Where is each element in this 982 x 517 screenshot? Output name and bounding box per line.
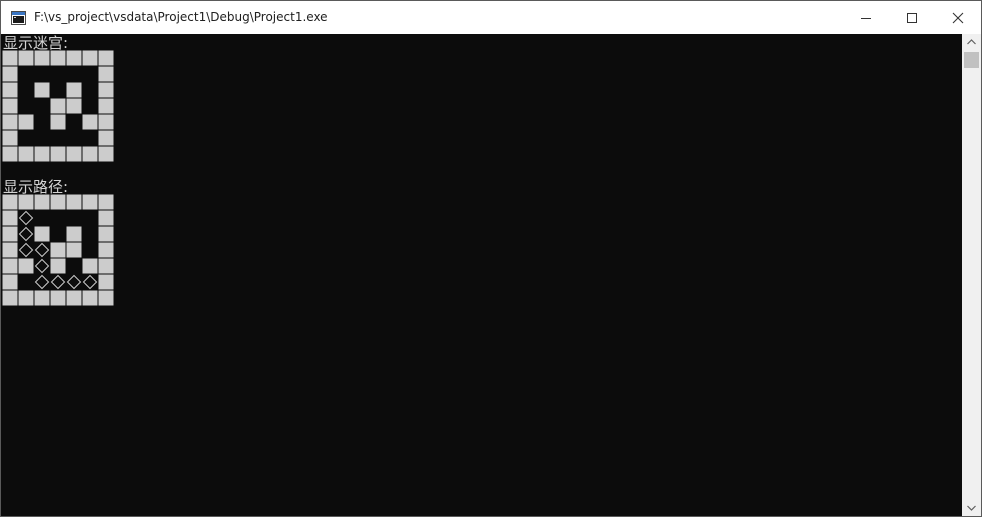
- wall-cell: [66, 98, 82, 114]
- wall-cell: [50, 290, 66, 306]
- console-app-icon: [11, 10, 26, 25]
- wall-cell: [18, 146, 34, 162]
- wall-cell: [82, 290, 98, 306]
- wall-cell: [66, 146, 82, 162]
- wall-cell: [18, 258, 34, 274]
- wall-cell: [18, 50, 34, 66]
- wall-cell: [98, 258, 114, 274]
- window-title: F:\vs_project\vsdata\Project1\Debug\Proj…: [34, 10, 328, 24]
- wall-cell: [18, 114, 34, 130]
- maximize-button[interactable]: [889, 1, 935, 34]
- wall-cell: [66, 50, 82, 66]
- chevron-up-icon: [967, 39, 976, 45]
- path-diamond: [34, 242, 50, 258]
- console-window: F:\vs_project\vsdata\Project1\Debug\Proj…: [0, 0, 982, 517]
- wall-cell: [2, 194, 18, 210]
- wall-cell: [98, 66, 114, 82]
- wall-cell: [66, 82, 82, 98]
- wall-cell: [2, 242, 18, 258]
- path-diamond: [18, 210, 34, 226]
- path-diamond: [34, 258, 50, 274]
- path-diamond: [50, 274, 66, 290]
- wall-cell: [34, 50, 50, 66]
- wall-cell: [98, 242, 114, 258]
- path-grid: [2, 194, 114, 306]
- console-output[interactable]: 显示迷宫: 显示路径:: [1, 34, 962, 516]
- minimize-icon: [861, 17, 871, 19]
- wall-cell: [2, 146, 18, 162]
- wall-cell: [66, 226, 82, 242]
- wall-cell: [82, 50, 98, 66]
- wall-cell: [98, 50, 114, 66]
- wall-cell: [98, 290, 114, 306]
- wall-cell: [98, 194, 114, 210]
- wall-cell: [98, 146, 114, 162]
- close-button[interactable]: [935, 1, 981, 34]
- wall-cell: [2, 82, 18, 98]
- wall-cell: [50, 98, 66, 114]
- wall-cell: [2, 210, 18, 226]
- wall-cell: [82, 194, 98, 210]
- scroll-up-button[interactable]: [962, 34, 981, 50]
- path-diamond: [34, 274, 50, 290]
- wall-cell: [50, 194, 66, 210]
- wall-cell: [2, 66, 18, 82]
- title-bar[interactable]: F:\vs_project\vsdata\Project1\Debug\Proj…: [1, 1, 981, 34]
- chevron-down-icon: [967, 505, 976, 511]
- wall-cell: [34, 290, 50, 306]
- wall-cell: [66, 290, 82, 306]
- wall-cell: [98, 98, 114, 114]
- wall-cell: [98, 130, 114, 146]
- wall-cell: [2, 98, 18, 114]
- wall-cell: [82, 114, 98, 130]
- wall-cell: [34, 146, 50, 162]
- wall-cell: [82, 258, 98, 274]
- wall-cell: [50, 242, 66, 258]
- wall-cell: [2, 114, 18, 130]
- wall-cell: [2, 258, 18, 274]
- wall-cell: [2, 274, 18, 290]
- path-diamond: [82, 274, 98, 290]
- minimize-button[interactable]: [843, 1, 889, 34]
- wall-cell: [18, 290, 34, 306]
- wall-cell: [2, 226, 18, 242]
- wall-cell: [66, 194, 82, 210]
- wall-cell: [34, 226, 50, 242]
- wall-cell: [2, 50, 18, 66]
- path-diamond: [18, 226, 34, 242]
- maze-heading: 显示迷宫:: [3, 34, 69, 52]
- wall-cell: [66, 242, 82, 258]
- wall-cell: [98, 82, 114, 98]
- maximize-icon: [907, 12, 917, 23]
- wall-cell: [98, 274, 114, 290]
- wall-cell: [2, 290, 18, 306]
- wall-cell: [50, 146, 66, 162]
- path-diamond: [66, 274, 82, 290]
- scroll-down-button[interactable]: [962, 500, 981, 516]
- wall-cell: [98, 226, 114, 242]
- wall-cell: [34, 194, 50, 210]
- wall-cell: [98, 114, 114, 130]
- wall-cell: [98, 210, 114, 226]
- close-icon: [952, 12, 964, 23]
- wall-cell: [50, 258, 66, 274]
- scroll-thumb[interactable]: [964, 52, 979, 68]
- wall-cell: [34, 82, 50, 98]
- wall-cell: [50, 50, 66, 66]
- vertical-scrollbar[interactable]: [962, 34, 981, 516]
- path-diamond: [18, 242, 34, 258]
- wall-cell: [2, 130, 18, 146]
- wall-cell: [18, 194, 34, 210]
- wall-cell: [50, 114, 66, 130]
- wall-cell: [82, 146, 98, 162]
- path-heading: 显示路径:: [3, 178, 69, 196]
- maze-grid: [2, 50, 114, 162]
